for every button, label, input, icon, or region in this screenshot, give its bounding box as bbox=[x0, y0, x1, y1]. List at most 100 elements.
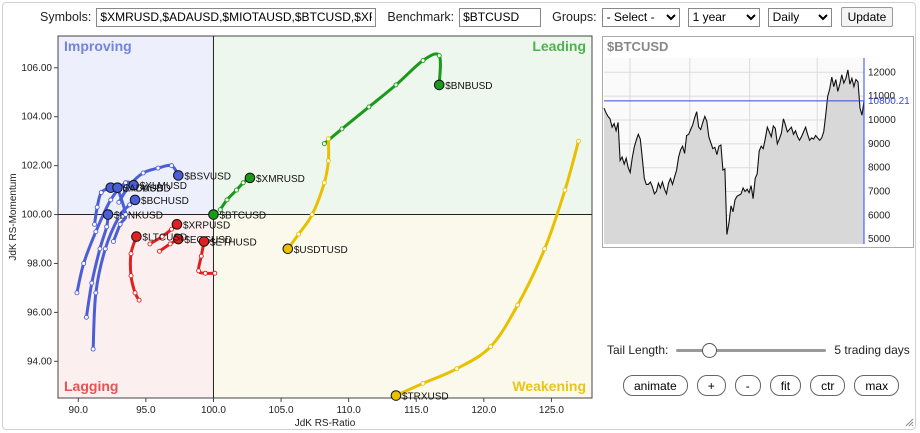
tail-point-etcusd bbox=[92, 221, 97, 227]
update-button[interactable]: Update bbox=[840, 7, 894, 27]
tail-point-xlmusd bbox=[108, 197, 114, 203]
tail-point-adausd bbox=[117, 221, 123, 227]
tail-point-bnbusd bbox=[436, 53, 442, 59]
head-point-usdtusd bbox=[282, 243, 294, 255]
quadrant-weakening-bg bbox=[213, 214, 592, 398]
tail-point-xlmusd bbox=[93, 229, 99, 235]
quadrant-label-improving: Improving bbox=[64, 38, 132, 54]
groups-select[interactable]: - Select - bbox=[601, 7, 680, 27]
x-tick-label: 110.0 bbox=[337, 405, 362, 416]
tail-point-usdtusd bbox=[309, 212, 315, 218]
tail-point-bchusd bbox=[93, 290, 99, 296]
tail-point-bsvusd bbox=[155, 165, 161, 171]
series-label-trxusd: $TRXUSD bbox=[402, 392, 449, 403]
x-tick-label: 95.0 bbox=[136, 405, 156, 416]
zoom-in-button[interactable]: + bbox=[696, 375, 726, 396]
tail-point-ltcusd bbox=[136, 297, 142, 303]
series-label-adausd: $ADAUSD bbox=[123, 184, 170, 195]
tail-point-xlmusd bbox=[74, 290, 80, 296]
head-point-ethusd bbox=[198, 236, 210, 247]
rrg-chart[interactable]: Improving Leading Weakening Lagging 90.0 95.0… bbox=[0, 0, 600, 433]
tail-point-bchusd bbox=[90, 346, 96, 352]
tail-point-ltcusd bbox=[128, 273, 134, 279]
tail-point-trxusd bbox=[562, 187, 568, 193]
period-select[interactable]: 1 year bbox=[687, 7, 760, 27]
series-label-bsvusd: $BSVUSD bbox=[184, 171, 231, 182]
x-tick-label: 100.0 bbox=[201, 405, 226, 416]
x-tick-label: 120.0 bbox=[471, 405, 496, 416]
tail-point-bnbusd bbox=[366, 104, 372, 110]
tail-point-bnbusd bbox=[393, 82, 399, 88]
tail-point-ethusd bbox=[196, 268, 202, 274]
mini-y-tick-label: 10000 bbox=[868, 115, 896, 126]
tail-point-xmrusd bbox=[234, 187, 239, 193]
tail-point-bnbusd bbox=[339, 126, 345, 132]
frequency-select[interactable]: Daily bbox=[767, 7, 832, 27]
zoom-out-button[interactable]: - bbox=[734, 375, 761, 396]
tail-point-bsvusd bbox=[140, 170, 146, 176]
mini-y-tick-label: 7000 bbox=[868, 187, 891, 198]
x-tick-label: 90.0 bbox=[69, 405, 89, 416]
tail-length-slider[interactable] bbox=[676, 343, 827, 358]
max-button[interactable]: max bbox=[854, 375, 900, 396]
tail-point-xrpusd bbox=[169, 226, 175, 232]
tail-point-ethusd bbox=[198, 253, 204, 259]
resize-handle-icon[interactable] bbox=[904, 417, 914, 427]
mini-y-tick-label: 8000 bbox=[868, 163, 891, 174]
quadrant-label-leading: Leading bbox=[532, 38, 586, 54]
quadrant-label-lagging: Lagging bbox=[64, 378, 118, 394]
y-tick-label: 96.00 bbox=[27, 307, 52, 318]
head-point-linkusd bbox=[102, 209, 114, 220]
x-axis-label: JdK RS-Ratio bbox=[295, 418, 356, 429]
series-label-usdtusd: $USDTUSD bbox=[294, 245, 348, 256]
series-label-ltcusd: $LTCUSD bbox=[142, 233, 187, 244]
tail-point-bnbusd bbox=[321, 141, 327, 147]
quadrant-leading-bg bbox=[213, 36, 592, 215]
head-point-adausd bbox=[112, 182, 123, 193]
x-tick-label: 115.0 bbox=[404, 405, 429, 416]
tail-length-label: Tail Length: bbox=[607, 343, 669, 357]
center-button[interactable]: ctr bbox=[810, 375, 846, 396]
x-tick-label: 125.0 bbox=[539, 405, 564, 416]
tail-point-xlmusd bbox=[81, 261, 87, 266]
mini-chart-title: $BTCUSD bbox=[607, 39, 668, 54]
y-tick-label: 98.00 bbox=[27, 258, 52, 269]
slider-track bbox=[676, 349, 827, 352]
tail-point-usdtusd bbox=[321, 180, 327, 186]
tail-point-xmrusd bbox=[224, 197, 230, 203]
head-point-btcusd bbox=[208, 209, 219, 220]
mini-y-tick-label: 5000 bbox=[868, 234, 891, 245]
tail-length-control: Tail Length: 5 trading days bbox=[607, 343, 910, 358]
tail-point-linkusd bbox=[97, 246, 103, 252]
animate-button[interactable]: animate bbox=[623, 375, 688, 396]
tail-point-adausd bbox=[123, 212, 129, 218]
series-label-xrpusd: $XRPUSD bbox=[183, 220, 230, 231]
tail-point-linkusd bbox=[83, 314, 89, 320]
mini-y-tick-label: 12000 bbox=[868, 67, 896, 78]
slider-knob[interactable] bbox=[702, 343, 718, 358]
y-tick-label: 106.00 bbox=[21, 63, 52, 74]
tail-point-ltcusd bbox=[128, 251, 134, 257]
series-label-bnbusd: $BNBUSD bbox=[445, 81, 492, 92]
head-point-ltcusd bbox=[131, 231, 142, 242]
fit-button[interactable]: fit bbox=[769, 375, 802, 396]
y-tick-label: 100.00 bbox=[21, 210, 52, 221]
tail-point-linkusd bbox=[104, 224, 110, 230]
y-tick-label: 102.00 bbox=[21, 161, 52, 172]
tail-point-bchusd bbox=[102, 246, 108, 252]
head-point-bchusd bbox=[129, 194, 141, 206]
tail-point-eosusd bbox=[156, 248, 162, 254]
tail-point-usdtusd bbox=[296, 231, 302, 237]
series-label-bchusd: $BCHUSD bbox=[141, 196, 189, 207]
tail-point-ethusd bbox=[212, 270, 218, 276]
series-label-linkusd: $LINKUSD bbox=[114, 211, 163, 222]
head-point-xrpusd bbox=[171, 219, 183, 230]
tail-point-etcusd bbox=[98, 190, 104, 195]
tail-point-xmrusd bbox=[240, 180, 246, 186]
view-controls: animate + - fit ctr max bbox=[623, 375, 900, 396]
tail-point-trxusd bbox=[542, 246, 548, 252]
x-tick-label: 105.0 bbox=[269, 405, 294, 416]
mini-y-tick-label: 6000 bbox=[868, 210, 891, 221]
benchmark-price-chart: 50006000700080009000100001100012000Oct20… bbox=[602, 36, 914, 248]
mini-last-value-label: 10800.21 bbox=[868, 96, 910, 107]
